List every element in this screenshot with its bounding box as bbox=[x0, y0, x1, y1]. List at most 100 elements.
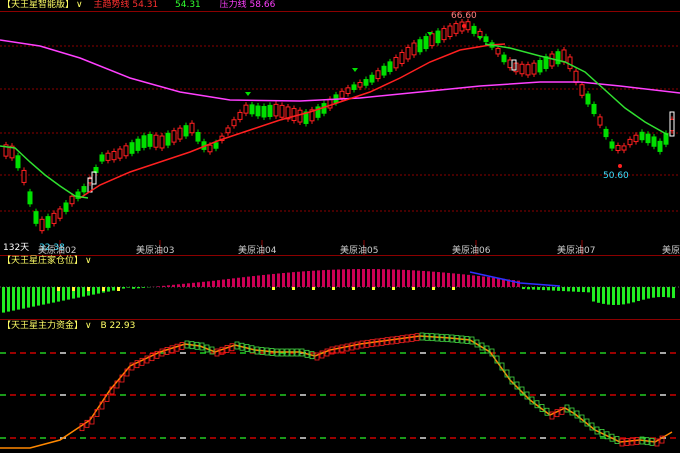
panel3-title[interactable]: 【天王星主力资金】 bbox=[2, 321, 83, 331]
histogram-bar-magenta bbox=[207, 281, 210, 287]
fund-flow-block bbox=[354, 341, 360, 350]
fund-flow-block bbox=[549, 411, 555, 420]
fund-flow-block bbox=[254, 346, 260, 355]
candle-body bbox=[63, 202, 69, 212]
candle-body bbox=[27, 191, 33, 205]
fund-flow-block bbox=[299, 348, 305, 357]
candle-body bbox=[123, 145, 129, 157]
fund-flow-block bbox=[569, 407, 575, 416]
histogram-bar-green bbox=[132, 287, 135, 289]
fund-flow-block bbox=[309, 351, 315, 360]
panel2-title[interactable]: 【天王星庄家仓位】 bbox=[2, 256, 83, 266]
histogram-bar-green bbox=[2, 287, 5, 313]
histogram-bar-green bbox=[127, 287, 130, 288]
fund-flow-block bbox=[369, 339, 375, 348]
histogram-bar-green bbox=[12, 287, 15, 311]
candle-body bbox=[87, 178, 93, 184]
histogram-bar-green bbox=[62, 287, 65, 301]
candle-body bbox=[291, 108, 297, 122]
fund-flow-block bbox=[609, 433, 615, 442]
fund-flow-block bbox=[539, 404, 545, 412]
fund-flow-block bbox=[374, 338, 380, 347]
fund-flow-block bbox=[654, 438, 660, 447]
candle-body bbox=[111, 151, 117, 161]
low-price-label: 50.60 bbox=[603, 171, 629, 181]
histogram-bar-green bbox=[117, 287, 120, 290]
fund-flow-block bbox=[629, 437, 635, 446]
candlestick-chart[interactable] bbox=[0, 0, 680, 255]
fund-flow-block bbox=[249, 345, 255, 354]
histogram-bar-yellow bbox=[117, 287, 120, 291]
panel3-header: 【天王星主力资金】 ∨ B 22.93 bbox=[2, 321, 135, 332]
panel3-dropdown-icon[interactable]: ∨ bbox=[85, 321, 92, 331]
candle-body bbox=[507, 59, 513, 69]
fund-flow-block bbox=[139, 357, 145, 366]
histogram-bar-magenta bbox=[472, 275, 475, 287]
fund-flow-block bbox=[114, 380, 120, 389]
histogram-bar-magenta bbox=[497, 278, 500, 287]
histogram-bar-green bbox=[522, 287, 525, 290]
candle-body bbox=[591, 103, 597, 115]
fund-value: 22.93 bbox=[109, 321, 136, 331]
candle-body bbox=[51, 212, 57, 224]
histogram-bar-green bbox=[542, 287, 545, 291]
fund-flow-block bbox=[209, 346, 215, 355]
fund-flow-block bbox=[159, 348, 165, 357]
x-tick: 美原油05 bbox=[340, 246, 379, 256]
candle-body bbox=[645, 133, 651, 144]
histogram-bar-green bbox=[607, 287, 610, 305]
candle-body bbox=[195, 132, 201, 142]
candle-body bbox=[141, 135, 147, 148]
fund-flow-block bbox=[454, 335, 460, 343]
histogram-bar-green bbox=[552, 287, 555, 291]
histogram-bar-magenta bbox=[247, 276, 250, 287]
fund-flow-block bbox=[199, 342, 205, 351]
candle-body bbox=[381, 65, 387, 76]
histogram-bar-magenta bbox=[297, 271, 300, 287]
histogram-bar-magenta bbox=[362, 269, 365, 287]
fund-flow-block bbox=[84, 419, 90, 428]
histogram-bar-green bbox=[612, 287, 615, 305]
candle-body bbox=[495, 47, 501, 55]
histogram-bar-magenta bbox=[287, 272, 290, 287]
histogram-bar-magenta bbox=[517, 280, 520, 287]
candle-body bbox=[351, 84, 357, 90]
candle-body bbox=[471, 25, 477, 34]
histogram-bar-magenta bbox=[222, 279, 225, 287]
candle-body bbox=[423, 36, 429, 50]
fund-flow-block bbox=[449, 334, 455, 343]
candle-body bbox=[633, 134, 639, 143]
histogram-bar-magenta bbox=[482, 276, 485, 287]
fund-flow-block bbox=[304, 349, 310, 358]
histogram-bar-magenta bbox=[402, 269, 405, 287]
fund-flow-block bbox=[574, 410, 580, 419]
histogram-bar-magenta bbox=[202, 281, 205, 287]
histogram-bar-magenta bbox=[167, 285, 170, 287]
candle-body bbox=[429, 33, 435, 47]
histogram-bar-green bbox=[572, 287, 575, 292]
fund-flow-block bbox=[439, 333, 445, 342]
candle-body bbox=[615, 145, 621, 151]
fund-flow-block bbox=[204, 344, 210, 353]
fund-flow-block bbox=[154, 350, 160, 359]
candle-body bbox=[69, 195, 75, 205]
candle-body bbox=[585, 93, 591, 105]
panel2-dropdown-icon[interactable]: ∨ bbox=[85, 256, 92, 266]
peak-marker-icon bbox=[462, 24, 466, 28]
candle-body bbox=[81, 186, 87, 193]
histogram-bar-magenta bbox=[467, 274, 470, 287]
candle-body bbox=[573, 70, 579, 83]
histogram-bar-green bbox=[592, 287, 595, 302]
fund-flow-block bbox=[104, 394, 110, 402]
fund-flow-block bbox=[224, 345, 230, 353]
histogram-bar-magenta bbox=[242, 277, 245, 287]
histogram-bar-magenta bbox=[317, 270, 320, 287]
candle-body bbox=[267, 104, 273, 117]
candle-body bbox=[369, 74, 375, 83]
histogram-bar-magenta bbox=[422, 270, 425, 287]
histogram-bar-magenta bbox=[382, 269, 385, 287]
fund-flow-block bbox=[429, 333, 435, 342]
fund-flow-block bbox=[644, 437, 650, 446]
fund-flow-block bbox=[584, 418, 590, 427]
candle-body bbox=[345, 87, 351, 95]
